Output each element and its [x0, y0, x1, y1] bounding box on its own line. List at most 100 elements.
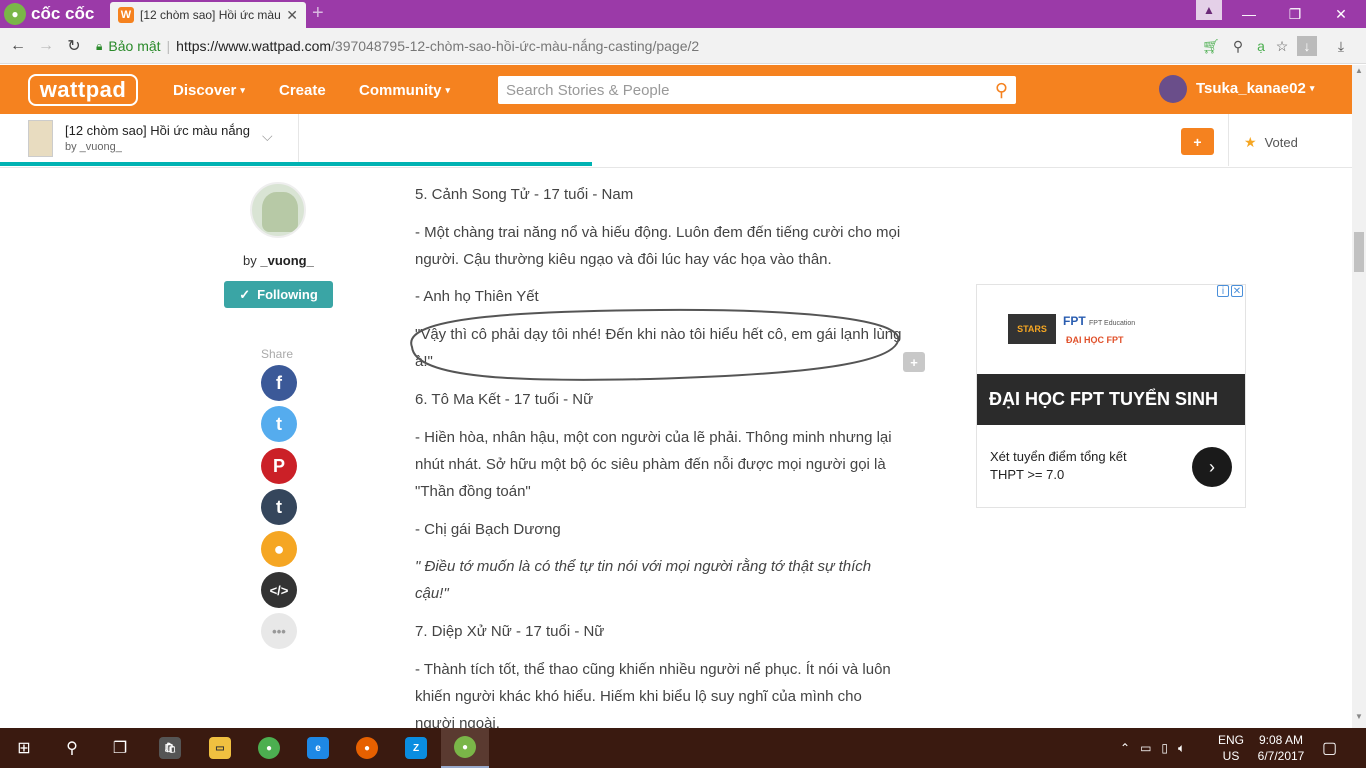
coccoc-taskbar-icon[interactable]: ● — [441, 728, 489, 768]
scroll-down-icon[interactable]: ▼ — [1352, 712, 1366, 726]
ad-headline[interactable]: ĐẠI HỌC FPT TUYỂN SINH — [977, 374, 1245, 425]
chevron-down-icon: ▾ — [445, 84, 451, 95]
nav-discover[interactable]: Discover ▾ — [173, 80, 245, 100]
tab-close-icon[interactable]: ✕ — [286, 7, 298, 24]
author-avatar[interactable] — [250, 182, 306, 238]
close-window-button[interactable]: ✕ — [1318, 0, 1364, 28]
voted-label: Voted — [1264, 135, 1298, 150]
bookmark-star-icon[interactable]: ☆ — [1272, 36, 1292, 56]
volume-icon[interactable]: 🔈︎ — [1178, 741, 1185, 756]
lock-icon: 🔒︎ — [96, 38, 103, 53]
edge-icon[interactable]: e — [294, 728, 342, 768]
battery-icon[interactable]: ▯ — [1161, 741, 1168, 755]
search-input[interactable]: Search Stories & People ⚲ — [498, 76, 1016, 104]
language-code: ENG — [1218, 733, 1245, 747]
ad-info-icon[interactable]: i — [1217, 285, 1229, 297]
network-icon[interactable]: ▭ — [1140, 741, 1151, 755]
paragraph: - Chị gái Bạch Dương — [415, 521, 561, 538]
story-cover[interactable] — [28, 120, 53, 157]
divider — [298, 114, 299, 166]
paragraph: " Điều tớ muốn là có thể tự tin nói với … — [415, 558, 872, 602]
search-placeholder: Search Stories & People — [506, 81, 670, 99]
tab-title: [12 chòm sao] Hồi ức màu — [140, 8, 281, 22]
browser-tab[interactable]: W [12 chòm sao] Hồi ức màu ✕ — [110, 2, 306, 28]
reading-progress-bar — [0, 162, 592, 166]
twitter-share-icon[interactable]: t — [261, 406, 297, 442]
pinterest-share-icon[interactable]: P — [261, 448, 297, 484]
profile-share-icon[interactable]: ● — [261, 531, 297, 567]
scrollbar-thumb[interactable] — [1354, 232, 1364, 272]
url-host: https://www.wattpad.com — [176, 38, 332, 54]
restore-button[interactable]: ❐ — [1272, 0, 1318, 28]
share-label: Share — [261, 347, 294, 361]
store-icon[interactable]: 🛍︎ — [146, 728, 194, 768]
downloads-icon[interactable]: ⤓ — [1331, 36, 1351, 56]
clock-date: 6/7/2017 — [1257, 749, 1305, 763]
nav-create[interactable]: Create — [279, 80, 326, 100]
embed-share-icon[interactable]: </> — [261, 572, 297, 608]
facebook-share-icon[interactable]: f — [261, 365, 297, 401]
wattpad-logo[interactable]: wattpad — [28, 74, 138, 106]
browser-brand: cốc cốc — [31, 4, 95, 23]
chevron-up-icon[interactable]: ⌃ — [1120, 741, 1130, 755]
story-title[interactable]: [12 chòm sao] Hồi ức màu nắng — [65, 123, 250, 138]
search-icon[interactable]: ⚲ — [48, 728, 96, 768]
chrome-icon[interactable]: ● — [245, 728, 293, 768]
back-icon[interactable]: ← — [8, 36, 28, 56]
hand-drawn-ellipse — [410, 308, 900, 381]
star-icon: ★ — [1244, 134, 1257, 150]
ad-close-icon[interactable]: ✕ — [1231, 285, 1243, 297]
forward-icon[interactable]: → — [36, 36, 56, 56]
search-icon[interactable]: ⚲ — [995, 80, 1008, 101]
chevron-down-icon: ▾ — [1309, 83, 1315, 93]
inline-comment-icon[interactable]: + — [903, 352, 925, 372]
task-view-icon[interactable]: ❐ — [96, 728, 144, 768]
firefox-icon[interactable]: ● — [343, 728, 391, 768]
zalo-icon[interactable]: Z — [392, 728, 440, 768]
vote-button[interactable]: ★ Voted — [1244, 134, 1298, 151]
scroll-up-icon[interactable]: ▲ — [1352, 66, 1366, 80]
add-to-list-button[interactable]: + — [1181, 128, 1214, 155]
chevron-down-icon[interactable]: ⌵ — [262, 128, 273, 145]
wattpad-favicon-icon: W — [118, 7, 134, 23]
chevron-down-icon: ▾ — [240, 84, 245, 95]
username: Tsuka_kanae02 — [1196, 80, 1306, 97]
by-prefix: by — [243, 253, 257, 268]
paragraph: 5. Cảnh Song Tử - 17 tuổi - Nam — [415, 186, 634, 203]
download-icon[interactable]: ↓ — [1297, 36, 1317, 56]
user-menu[interactable]: Tsuka_kanae02 ▾ — [1196, 80, 1314, 97]
more-share-icon[interactable]: ••• — [261, 613, 297, 649]
following-button[interactable]: ✓ Following — [224, 281, 333, 308]
language-indicator[interactable]: ENG US — [1218, 732, 1244, 764]
browser-profile-icon[interactable]: ▲ — [1196, 0, 1222, 20]
browser-logo[interactable]: ● cốc cốc — [4, 3, 94, 25]
following-label: Following — [257, 287, 318, 302]
ad-text-line: THPT >= 7.0 — [990, 467, 1065, 482]
nav-community[interactable]: Community ▾ — [359, 80, 450, 100]
url-bar[interactable]: 🔒︎ Bảo mật | https://www.wattpad.com/397… — [96, 32, 1296, 60]
paragraph: - Anh họ Thiên Yết — [415, 288, 539, 305]
translate-icon[interactable]: ạ — [1251, 36, 1271, 56]
nav-create-label: Create — [279, 81, 326, 99]
author-byline: by _vuong_ — [243, 253, 314, 268]
nav-community-label: Community — [359, 81, 442, 99]
scrollbar[interactable] — [1352, 65, 1366, 728]
story-byline[interactable]: by _vuong_ — [65, 141, 122, 153]
zoom-icon[interactable]: ⚲ — [1228, 36, 1248, 56]
fpt-logo-text: FPT — [1063, 314, 1086, 328]
paragraph: - Thành tích tốt, thể thao cũng khiến nh… — [415, 661, 891, 728]
url-separator: | — [166, 38, 171, 54]
minimize-button[interactable]: — — [1226, 0, 1272, 28]
start-icon[interactable]: ⊞ — [0, 728, 48, 768]
reload-icon[interactable]: ↻ — [64, 36, 84, 56]
tumblr-share-icon[interactable]: t — [261, 489, 297, 525]
author-name[interactable]: _vuong_ — [260, 253, 313, 268]
clock[interactable]: 9:08 AM 6/7/2017 — [1256, 732, 1306, 764]
file-explorer-icon[interactable]: ▭ — [196, 728, 244, 768]
notifications-icon[interactable]: ▢ — [1322, 738, 1337, 758]
coccoc-icon: ● — [4, 3, 26, 25]
avatar[interactable] — [1159, 75, 1187, 103]
cart-icon[interactable]: 🛒︎ — [1201, 36, 1221, 56]
ad-arrow-button[interactable]: › — [1192, 447, 1232, 487]
new-tab-button[interactable]: + — [312, 3, 332, 23]
